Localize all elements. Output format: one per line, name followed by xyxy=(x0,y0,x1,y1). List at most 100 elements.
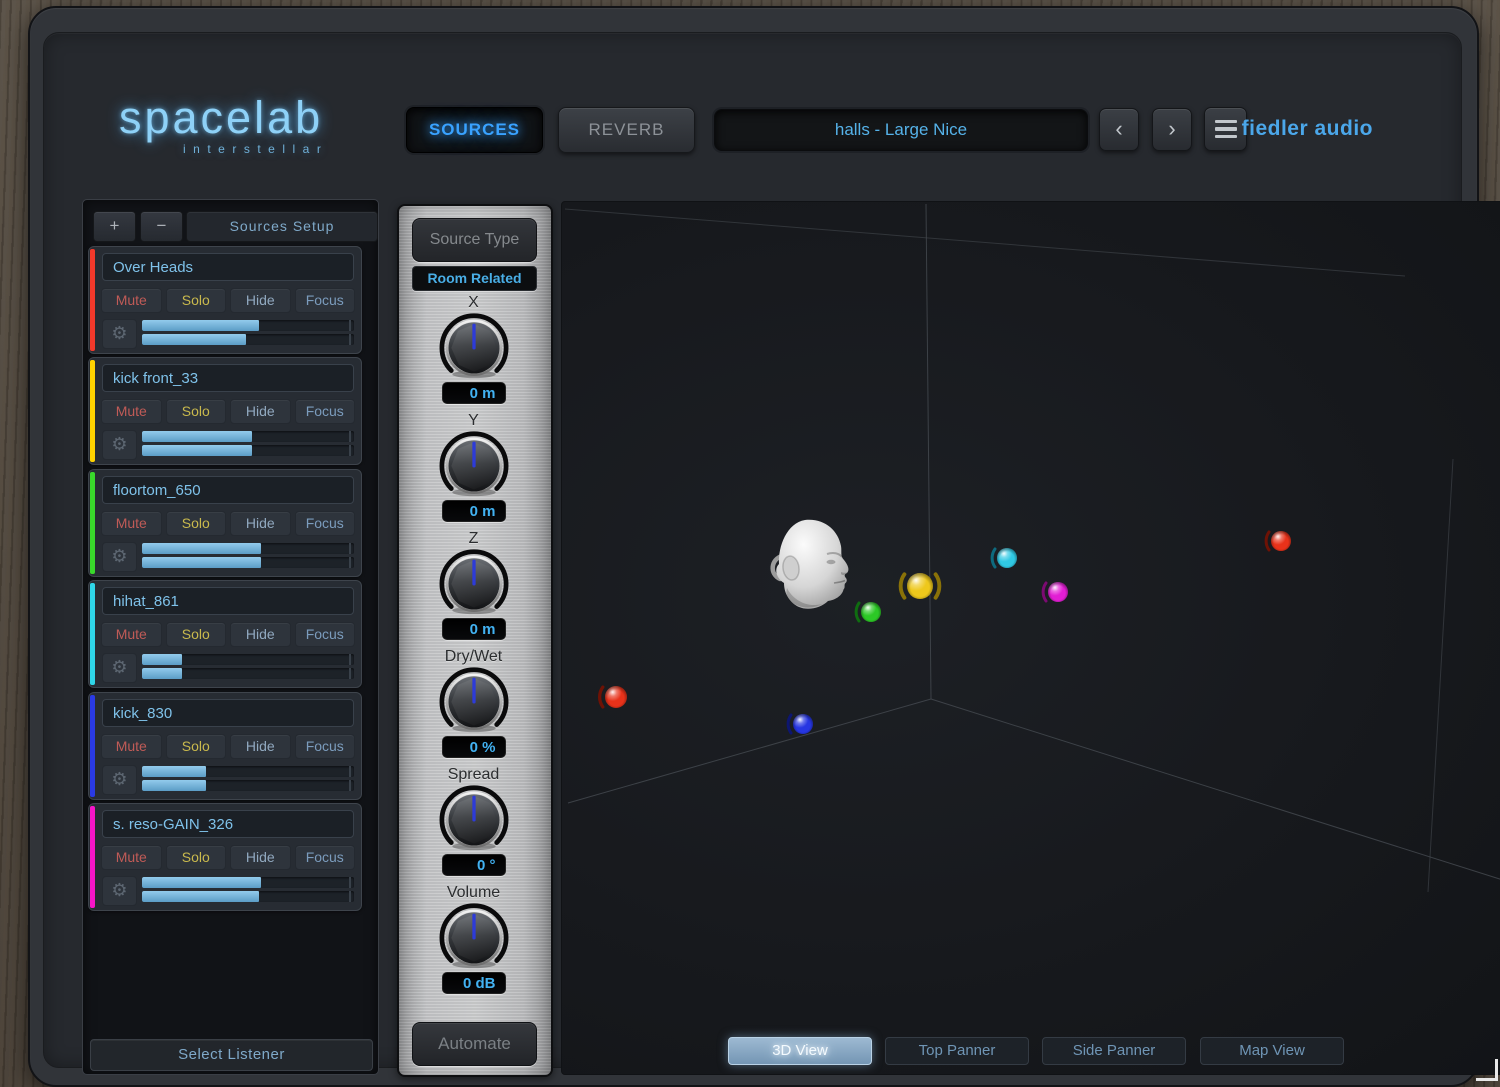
room-related-display[interactable]: Room Related xyxy=(412,266,537,291)
source-color-strip xyxy=(90,583,95,685)
preset-next-button[interactable]: › xyxy=(1152,108,1192,151)
source-color-strip xyxy=(90,695,95,797)
knob-group-drywet: Dry/Wet 0 % xyxy=(412,648,535,758)
source-sphere-reso[interactable] xyxy=(1043,582,1068,602)
source-sphere-kick-front[interactable] xyxy=(901,573,940,599)
level-meter xyxy=(142,766,354,792)
hide-button[interactable]: Hide xyxy=(230,399,291,424)
knob-group-y: Y 0 m xyxy=(412,412,535,522)
solo-button[interactable]: Solo xyxy=(166,622,227,647)
gear-icon: ⚙ xyxy=(111,657,127,677)
drywet-knob[interactable] xyxy=(434,666,514,734)
focus-button[interactable]: Focus xyxy=(295,845,356,870)
listener-head[interactable] xyxy=(773,520,849,609)
view-tab-3d[interactable]: 3D View xyxy=(728,1037,872,1065)
level-meter xyxy=(142,543,354,569)
hide-button[interactable]: Hide xyxy=(230,845,291,870)
source-settings-button[interactable]: ⚙ xyxy=(102,765,137,795)
source-name-field[interactable]: hihat_861 xyxy=(102,587,354,615)
volume-knob[interactable] xyxy=(434,902,514,970)
solo-button[interactable]: Solo xyxy=(166,845,227,870)
hide-button[interactable]: Hide xyxy=(230,622,291,647)
solo-button[interactable]: Solo xyxy=(166,511,227,536)
x-knob[interactable] xyxy=(434,312,514,380)
z-value-display[interactable]: 0 m xyxy=(442,618,506,640)
focus-button[interactable]: Focus xyxy=(295,622,356,647)
focus-button[interactable]: Focus xyxy=(295,288,356,313)
knob-group-volume: Volume 0 dB xyxy=(412,884,535,994)
view-tab-top-panner[interactable]: Top Panner xyxy=(885,1037,1029,1065)
solo-button[interactable]: Solo xyxy=(166,734,227,759)
plugin-body: spacelab interstellar SOURCES REVERB hal… xyxy=(43,32,1462,1068)
mute-button[interactable]: Mute xyxy=(101,399,162,424)
knob-group-z: Z 0 m xyxy=(412,530,535,640)
solo-button[interactable]: Solo xyxy=(166,288,227,313)
z-knob[interactable] xyxy=(434,548,514,616)
select-listener-button[interactable]: Select Listener xyxy=(90,1039,373,1071)
hide-button[interactable]: Hide xyxy=(230,288,291,313)
mute-button[interactable]: Mute xyxy=(101,288,162,313)
view-tab-map-view[interactable]: Map View xyxy=(1200,1037,1344,1065)
room-wireframe-line xyxy=(565,209,1405,276)
menu-button[interactable] xyxy=(1204,107,1247,151)
source-color-strip xyxy=(90,806,95,908)
source-sphere-overheads-left[interactable] xyxy=(600,686,627,708)
automate-button[interactable]: Automate xyxy=(412,1022,537,1066)
brand-logo: fiedler audio xyxy=(1242,117,1373,141)
source-type-button[interactable]: Source Type xyxy=(412,218,537,262)
source-settings-button[interactable]: ⚙ xyxy=(102,653,137,683)
add-source-button[interactable]: + xyxy=(93,211,136,242)
chevron-right-icon: › xyxy=(1168,116,1175,141)
source-settings-button[interactable]: ⚙ xyxy=(102,430,137,460)
hide-button[interactable]: Hide xyxy=(230,734,291,759)
remove-source-button[interactable]: − xyxy=(140,211,183,242)
source-name-field[interactable]: kick front_33 xyxy=(102,364,354,392)
mute-button[interactable]: Mute xyxy=(101,845,162,870)
source-name-field[interactable]: s. reso-GAIN_326 xyxy=(102,810,354,838)
focus-button[interactable]: Focus xyxy=(295,511,356,536)
mute-button[interactable]: Mute xyxy=(101,511,162,536)
spread-knob[interactable] xyxy=(434,784,514,852)
preset-prev-button[interactable]: ‹ xyxy=(1099,108,1139,151)
source-settings-button[interactable]: ⚙ xyxy=(102,876,137,906)
gear-icon: ⚙ xyxy=(111,769,127,789)
preset-display[interactable]: halls - Large Nice xyxy=(714,109,1088,151)
source-settings-button[interactable]: ⚙ xyxy=(102,542,137,572)
source-card: kick_830 Mute Solo Hide Focus ⚙ xyxy=(88,692,362,800)
y-value-display[interactable]: 0 m xyxy=(442,500,506,522)
knob-label: X xyxy=(412,294,535,312)
y-knob[interactable] xyxy=(434,430,514,498)
drywet-value-display[interactable]: 0 % xyxy=(442,736,506,758)
source-sphere-floortom[interactable] xyxy=(856,602,881,622)
tab-reverb[interactable]: REVERB xyxy=(558,107,695,153)
source-card: Over Heads Mute Solo Hide Focus ⚙ xyxy=(88,246,362,354)
source-card: hihat_861 Mute Solo Hide Focus ⚙ xyxy=(88,580,362,688)
gear-icon: ⚙ xyxy=(111,434,127,454)
focus-button[interactable]: Focus xyxy=(295,734,356,759)
volume-value-display[interactable]: 0 dB xyxy=(442,972,506,994)
focus-button[interactable]: Focus xyxy=(295,399,356,424)
source-name-field[interactable]: Over Heads xyxy=(102,253,354,281)
sources-setup-button[interactable]: Sources Setup xyxy=(186,211,378,242)
view-tab-side-panner[interactable]: Side Panner xyxy=(1042,1037,1186,1065)
resize-handle[interactable] xyxy=(1476,1059,1498,1081)
hide-button[interactable]: Hide xyxy=(230,511,291,536)
mute-button[interactable]: Mute xyxy=(101,734,162,759)
source-name-field[interactable]: kick_830 xyxy=(102,699,354,727)
viewport-3d[interactable]: 3D View Top Panner Side Panner Map View xyxy=(561,201,1500,1075)
source-settings-button[interactable]: ⚙ xyxy=(102,319,137,349)
solo-button[interactable]: Solo xyxy=(166,399,227,424)
source-color-strip xyxy=(90,472,95,574)
spacelab-logo: spacelab interstellar xyxy=(119,95,328,155)
x-value-display[interactable]: 0 m xyxy=(442,382,506,404)
room-wireframe-line xyxy=(568,699,931,803)
source-name-field[interactable]: floortom_650 xyxy=(102,476,354,504)
mute-button[interactable]: Mute xyxy=(101,622,162,647)
tab-sources[interactable]: SOURCES xyxy=(406,107,543,153)
logo-title: spacelab xyxy=(119,95,328,140)
spread-value-display[interactable]: 0 ° xyxy=(442,854,506,876)
room-wireframe-line xyxy=(1428,459,1453,892)
source-sphere-overheads-right[interactable] xyxy=(1266,531,1291,551)
source-sphere-kick[interactable] xyxy=(788,714,813,734)
source-sphere-hihat[interactable] xyxy=(992,548,1017,568)
